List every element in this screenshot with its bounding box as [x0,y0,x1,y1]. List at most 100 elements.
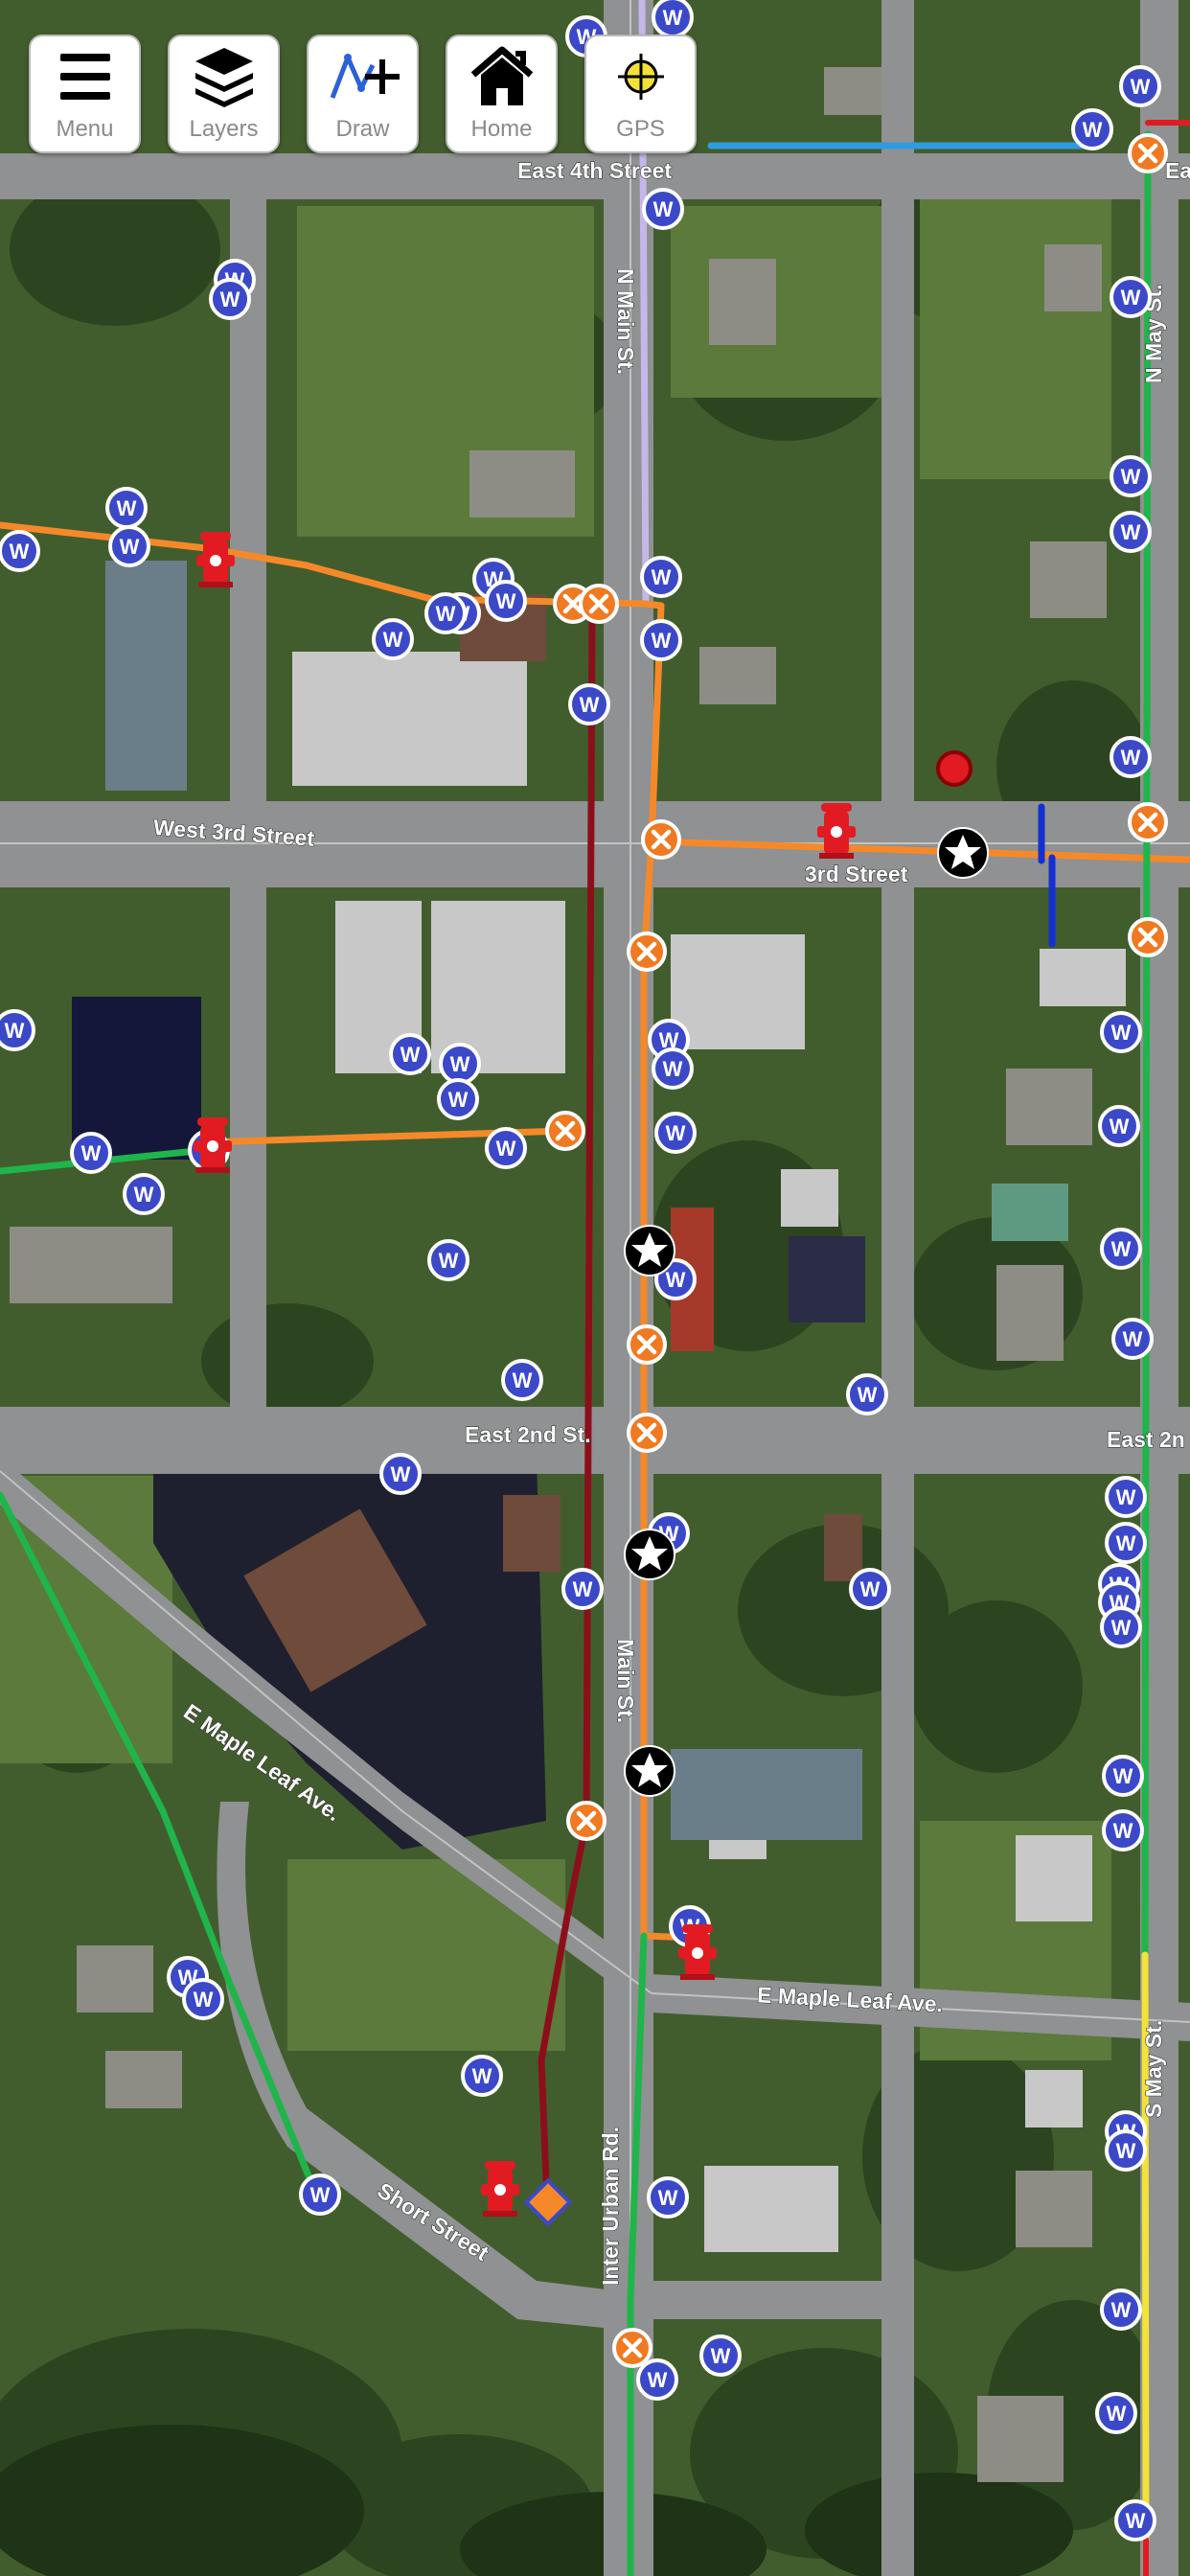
well-marker-letter: W [1113,1764,1133,1788]
well-marker[interactable]: W [1105,1522,1147,1564]
well-marker[interactable]: W [640,619,682,661]
well-marker[interactable]: W [640,556,682,598]
well-marker-letter: W [120,535,140,559]
well-marker[interactable]: W [209,278,251,320]
layers-button[interactable]: Layers [168,34,280,153]
well-marker-letter: W [573,1577,593,1601]
menu-button[interactable]: Menu [29,34,141,153]
well-marker[interactable]: W [372,618,414,660]
well-marker[interactable]: W [427,1239,469,1281]
well-marker[interactable]: W [652,0,694,38]
well-marker-letter: W [1083,118,1103,142]
street-east-2nd-right: East 2n [1107,1427,1185,1452]
well-marker[interactable]: W [1100,1011,1142,1053]
well-marker[interactable]: W [108,525,150,567]
well-marker[interactable]: W [699,2334,742,2377]
well-marker[interactable]: W [105,487,148,529]
well-marker[interactable]: W [1110,455,1152,497]
well-marker-letter: W [1121,465,1141,489]
valve-marker[interactable] [629,933,665,970]
well-marker[interactable]: W [1102,1755,1144,1797]
well-marker-letter: W [648,2368,668,2392]
well-marker[interactable]: W [379,1453,422,1495]
home-label: Home [470,116,533,142]
location-circle-icon[interactable] [936,750,973,787]
well-marker[interactable]: W [461,2055,503,2097]
well-marker[interactable]: W [1105,1476,1147,1518]
well-marker[interactable]: W [1098,1105,1140,1147]
valve-marker[interactable] [643,821,679,858]
well-marker[interactable]: W [1110,736,1152,778]
well-marker[interactable]: W [1111,1318,1154,1360]
well-marker-letter: W [1113,1819,1133,1843]
well-marker[interactable]: W [642,188,684,230]
well-marker[interactable]: W [70,1132,112,1174]
well-marker-letter: W [1111,1021,1132,1045]
well-marker[interactable]: W [849,1568,891,1610]
well-marker[interactable]: W [647,2176,689,2219]
well-marker-letter: W [439,1249,459,1273]
star-icon[interactable] [937,827,989,879]
well-marker[interactable]: W [437,1078,479,1120]
well-marker-letter: W [858,1383,878,1407]
well-marker[interactable]: W [439,1043,481,1085]
crosshair-icon [617,54,664,100]
well-marker[interactable]: W [654,1112,697,1154]
well-marker-letter: W [1121,520,1141,544]
well-marker-letter: W [1126,2509,1146,2533]
valve-marker[interactable] [568,1803,605,1839]
well-marker-letter: W [1107,2402,1127,2426]
well-marker[interactable]: W [123,1173,165,1215]
well-marker[interactable]: W [1095,2392,1137,2434]
draw-icon [330,54,400,99]
well-marker[interactable]: W [299,2174,341,2216]
gps-button[interactable]: GPS [584,34,697,153]
street-ea-top: Ea [1165,158,1190,183]
street-east-4th: East 4th Street [517,158,672,183]
well-marker[interactable]: W [389,1033,431,1075]
well-marker[interactable]: W [1114,2499,1156,2542]
valve-marker[interactable] [547,1113,584,1149]
well-marker[interactable]: W [1110,276,1152,318]
star-icon[interactable] [624,1225,675,1276]
well-marker[interactable]: W [182,1978,224,2020]
well-marker[interactable]: W [1119,65,1161,107]
main-green-may [1141,130,1152,1959]
valve-marker[interactable] [1130,804,1166,840]
well-marker[interactable]: W [561,1568,604,1610]
valve-marker[interactable] [581,586,617,622]
valve-marker[interactable] [629,1326,665,1363]
well-marker[interactable]: W [1100,1606,1142,1648]
home-button[interactable]: Home [446,34,558,153]
valve-marker[interactable] [1130,135,1166,172]
well-marker[interactable]: W [1071,108,1113,150]
well-marker[interactable]: W [1102,1809,1144,1852]
well-marker[interactable]: W [652,1047,694,1090]
well-marker[interactable]: W [485,1127,527,1169]
well-marker-letter: W [666,1268,686,1292]
well-marker[interactable]: W [1110,511,1152,553]
well-marker[interactable]: W [1105,2129,1147,2172]
map-view[interactable]: East 4th Street Ea West 3rd Street 3rd S… [0,0,1190,2576]
well-marker-letter: W [134,1183,154,1207]
well-marker-letter: W [513,1368,533,1392]
star-icon[interactable] [624,1745,675,1797]
well-marker-letter: W [450,1052,470,1076]
well-marker-letter: W [10,540,30,564]
valve-marker[interactable] [629,1414,665,1451]
well-marker[interactable]: W [636,2358,678,2401]
well-marker[interactable]: W [846,1373,888,1415]
draw-button[interactable]: Draw [307,34,419,153]
well-marker[interactable]: W [485,580,527,622]
well-marker[interactable]: W [424,592,467,634]
well-marker[interactable]: W [1100,2288,1142,2331]
valve-marker[interactable] [1130,919,1166,955]
valve-marker[interactable] [614,2330,651,2366]
well-marker[interactable]: W [0,530,40,572]
well-marker[interactable]: W [1100,1228,1142,1270]
well-marker[interactable]: W [0,1009,35,1051]
well-marker[interactable]: W [568,683,610,725]
star-icon[interactable] [624,1529,675,1580]
well-marker-letter: W [663,1057,683,1081]
well-marker[interactable]: W [501,1359,543,1401]
